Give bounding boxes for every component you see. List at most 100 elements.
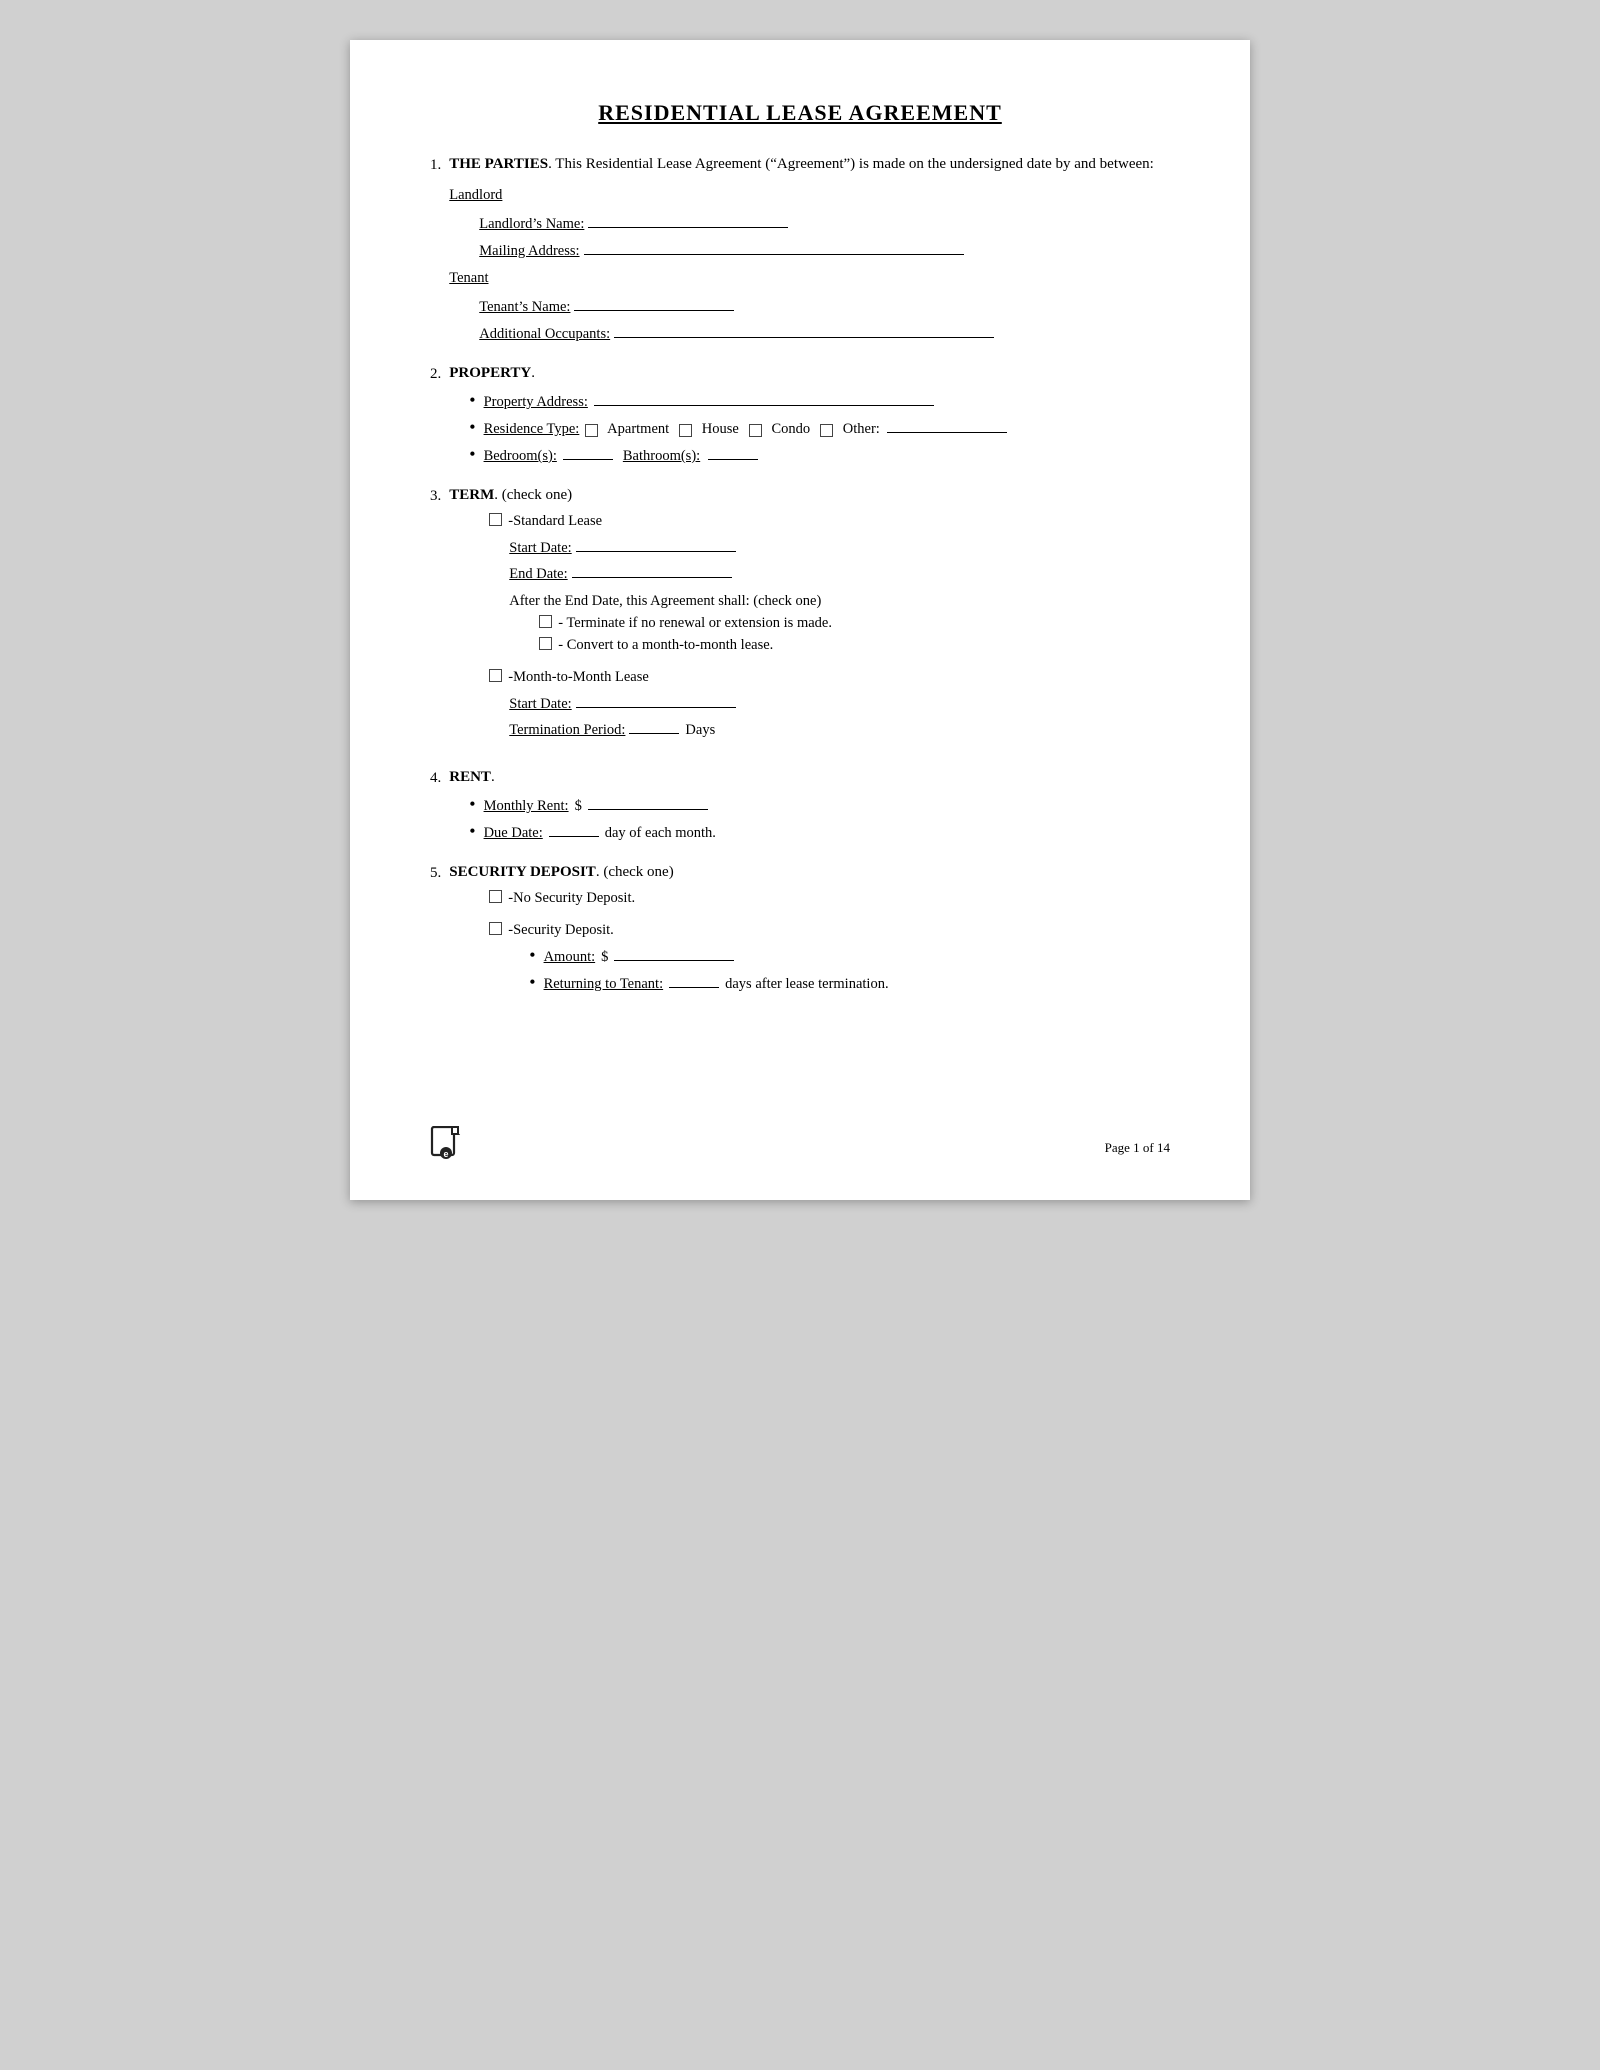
end-date-field[interactable] bbox=[572, 562, 732, 578]
termination-period-field[interactable] bbox=[629, 718, 679, 734]
property-address-field[interactable] bbox=[594, 390, 934, 406]
security-deposit-heading: SECURITY DEPOSIT bbox=[449, 864, 596, 880]
start-date-field-1[interactable] bbox=[576, 536, 736, 552]
security-deposit-check-one: . (check one) bbox=[596, 864, 674, 880]
bedrooms-field[interactable] bbox=[563, 444, 613, 460]
termination-period-label: Termination Period: bbox=[509, 722, 625, 739]
additional-occupants-field[interactable] bbox=[614, 322, 994, 338]
landlord-name-field[interactable] bbox=[588, 212, 788, 228]
due-date-field[interactable] bbox=[549, 821, 599, 837]
property-address-label: Property Address: bbox=[484, 394, 588, 411]
no-deposit-label: No Security Deposit bbox=[513, 890, 631, 907]
section-number-5: 5. bbox=[430, 865, 441, 882]
monthly-rent-label: Monthly Rent: bbox=[484, 798, 569, 815]
parties-intro: . This Residential Lease Agreement (“Agr… bbox=[548, 156, 1154, 172]
bathrooms-label: Bathroom(s): bbox=[623, 448, 700, 464]
section-number-4: 4. bbox=[430, 770, 441, 787]
no-deposit-option: - No Security Deposit. bbox=[489, 889, 1170, 907]
standard-lease-checkbox[interactable] bbox=[489, 513, 502, 526]
bedrooms-label: Bedroom(s): bbox=[484, 448, 557, 465]
start-date-label-1: Start Date: bbox=[509, 540, 571, 557]
rent-heading: RENT bbox=[449, 769, 491, 785]
month-to-month-label: Month-to-Month Lease bbox=[513, 669, 649, 686]
other-label: Other: bbox=[843, 421, 880, 437]
document-icon: e bbox=[430, 1126, 462, 1170]
start-date-label-2: Start Date: bbox=[509, 696, 571, 713]
mailing-address-label: Mailing Address: bbox=[479, 243, 579, 260]
parties-heading: THE PARTIES bbox=[449, 156, 548, 172]
deposit-checkbox[interactable] bbox=[489, 922, 502, 935]
tenant-name-field[interactable] bbox=[574, 295, 734, 311]
convert-label: - Convert to a month-to-month lease. bbox=[558, 637, 773, 654]
page-number: Page 1 of 14 bbox=[1105, 1140, 1170, 1156]
property-period: . bbox=[531, 365, 535, 381]
apartment-label: Apartment bbox=[607, 421, 669, 437]
no-deposit-period: . bbox=[632, 890, 636, 907]
due-date-label: Due Date: bbox=[484, 825, 543, 842]
other-checkbox[interactable] bbox=[820, 424, 833, 437]
rent-period: . bbox=[491, 769, 495, 785]
deposit-label: Security Deposit bbox=[513, 922, 610, 939]
property-address-item: • Property Address: bbox=[469, 390, 1170, 411]
section-number-2: 2. bbox=[430, 366, 441, 383]
tenant-label: Tenant bbox=[449, 270, 1170, 287]
terminate-checkbox[interactable] bbox=[539, 615, 552, 628]
section-rent: 4. RENT. • Monthly Rent: $ • Due Date bbox=[430, 769, 1170, 848]
standard-lease-label: Standard Lease bbox=[513, 513, 602, 530]
condo-checkbox[interactable] bbox=[749, 424, 762, 437]
house-label: House bbox=[702, 421, 739, 437]
no-deposit-checkbox[interactable] bbox=[489, 890, 502, 903]
monthly-rent-field[interactable] bbox=[588, 794, 708, 810]
residence-type-label: Residence Type: bbox=[484, 421, 580, 438]
bedrooms-item: • Bedroom(s): Bathroom(s): bbox=[469, 444, 1170, 465]
house-checkbox[interactable] bbox=[679, 424, 692, 437]
section-number-1: 1. bbox=[430, 157, 441, 174]
landlord-label: Landlord bbox=[449, 187, 1170, 204]
other-field[interactable] bbox=[887, 417, 1007, 433]
returning-suffix: days after lease termination. bbox=[725, 976, 888, 993]
deposit-amount-field[interactable] bbox=[614, 945, 734, 961]
returning-to-tenant-item: • Returning to Tenant: days after lease … bbox=[529, 972, 1170, 993]
deposit-period: . bbox=[610, 922, 614, 939]
landlord-name-label: Landlord’s Name: bbox=[479, 216, 584, 233]
section-security-deposit: 5. SECURITY DEPOSIT. (check one) - No Se… bbox=[430, 864, 1170, 1007]
document-page: RESIDENTIAL LEASE AGREEMENT 1. THE PARTI… bbox=[350, 40, 1250, 1200]
additional-occupants-label: Additional Occupants: bbox=[479, 326, 610, 343]
residence-type-item: • Residence Type: Apartment House bbox=[469, 417, 1170, 438]
terminate-label: - Terminate if no renewal or extension i… bbox=[558, 615, 832, 632]
deposit-amount-item: • Amount: $ bbox=[529, 945, 1170, 966]
due-date-suffix: day of each month. bbox=[605, 825, 716, 842]
section-term: 3. TERM. (check one) - Standard Lease St… bbox=[430, 487, 1170, 753]
condo-label: Condo bbox=[771, 421, 810, 437]
days-label: Days bbox=[685, 722, 715, 739]
month-to-month-checkbox[interactable] bbox=[489, 669, 502, 682]
deposit-amount-label: Amount: bbox=[544, 949, 596, 966]
returning-field[interactable] bbox=[669, 972, 719, 988]
bathrooms-field[interactable] bbox=[708, 444, 758, 460]
month-to-month-option: - Month-to-Month Lease Start Date: Termi… bbox=[489, 668, 1170, 739]
deposit-option: - Security Deposit. • Amount: $ bbox=[489, 921, 1170, 993]
section-number-3: 3. bbox=[430, 488, 441, 505]
tenant-name-label: Tenant’s Name: bbox=[479, 299, 570, 316]
section-property: 2. PROPERTY. • Property Address: • Resid… bbox=[430, 365, 1170, 471]
mailing-address-field[interactable] bbox=[584, 239, 964, 255]
term-heading: TERM bbox=[449, 487, 494, 503]
end-date-label: End Date: bbox=[509, 566, 567, 583]
returning-label: Returning to Tenant: bbox=[544, 976, 664, 993]
after-end-text: After the End Date, this Agreement shall… bbox=[509, 593, 1170, 610]
start-date-field-2[interactable] bbox=[576, 692, 736, 708]
monthly-rent-item: • Monthly Rent: $ bbox=[469, 794, 1170, 815]
apartment-checkbox[interactable] bbox=[585, 424, 598, 437]
convert-checkbox[interactable] bbox=[539, 637, 552, 650]
convert-option: - Convert to a month-to-month lease. bbox=[539, 636, 1170, 654]
standard-lease-option: - Standard Lease Start Date: End Date: A… bbox=[489, 512, 1170, 654]
page-footer: e Page 1 of 14 bbox=[430, 1126, 1170, 1170]
rent-dollar: $ bbox=[575, 798, 582, 815]
section-parties: 1. THE PARTIES. This Residential Lease A… bbox=[430, 156, 1170, 349]
due-date-item: • Due Date: day of each month. bbox=[469, 821, 1170, 842]
term-check-one: . (check one) bbox=[494, 487, 572, 503]
property-heading: PROPERTY bbox=[449, 365, 531, 381]
deposit-dollar: $ bbox=[601, 949, 608, 966]
svg-text:e: e bbox=[443, 1149, 448, 1159]
document-title: RESIDENTIAL LEASE AGREEMENT bbox=[430, 100, 1170, 126]
